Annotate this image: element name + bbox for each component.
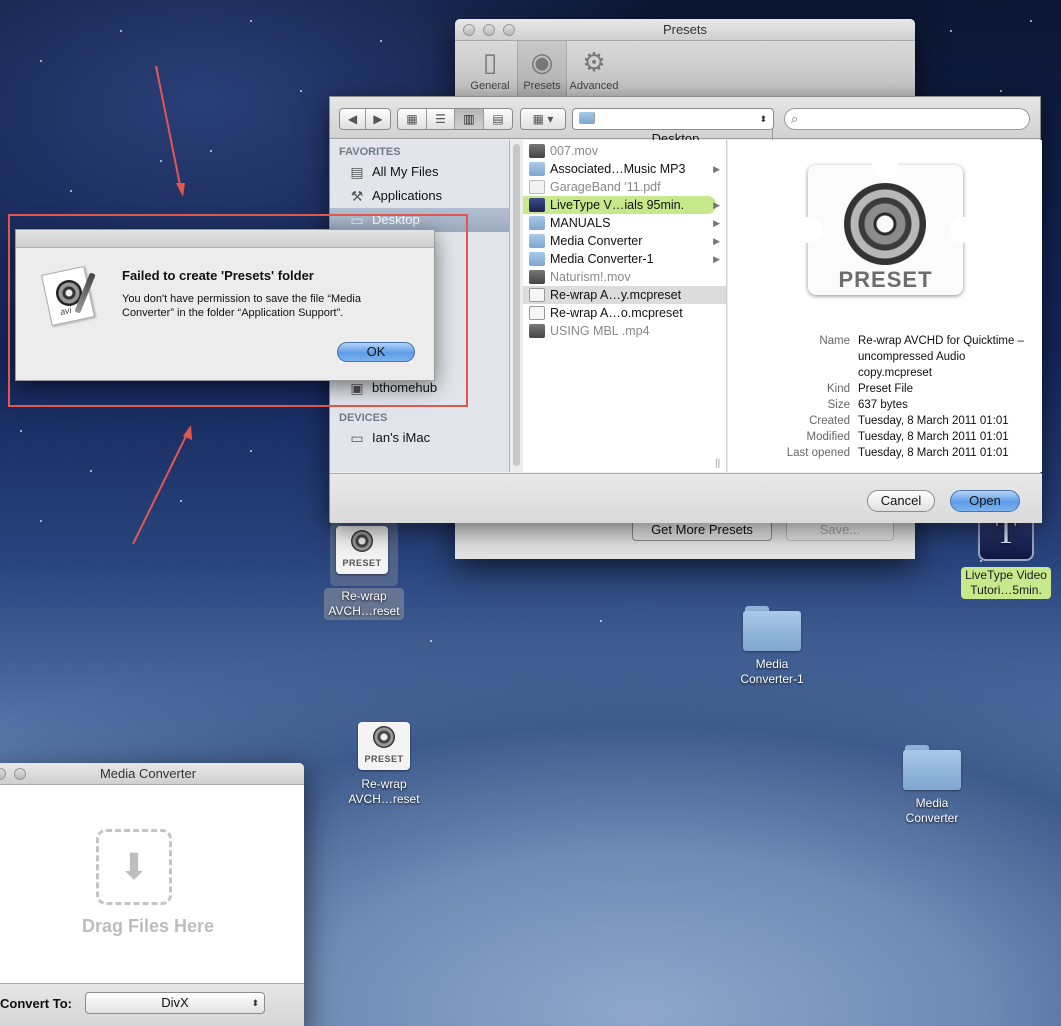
convert-to-label: Convert To:	[0, 996, 72, 1011]
folder-icon	[741, 604, 803, 652]
sidebar-item-applications[interactable]: ⚒ Applications	[330, 184, 509, 208]
pdf-file-icon	[529, 180, 545, 194]
arrange-menu[interactable]: ▦ ▾	[520, 108, 566, 130]
arrow-bottom-line	[132, 431, 189, 545]
open-button[interactable]: Open	[950, 490, 1020, 512]
file-info: Name Re-wrap AVCHD for Quicktime – uncomp…	[728, 333, 1042, 461]
zoom-window-button[interactable]	[14, 768, 26, 780]
applications-icon: ⚒	[350, 188, 364, 204]
list-item[interactable]: Associated…Music MP3 ▶	[523, 160, 726, 178]
imac-icon: ▭	[350, 430, 364, 446]
back-arrow-icon[interactable]: ◀	[340, 109, 366, 129]
disclosure-arrow-icon: ▶	[713, 236, 720, 246]
folder-icon	[529, 216, 545, 230]
folder-icon	[529, 162, 545, 176]
drop-zone[interactable]: ⬇	[96, 829, 172, 905]
list-item[interactable]: MANUALS ▶	[523, 214, 726, 232]
disclosure-arrow-icon: ▶	[713, 164, 720, 174]
preset-file-icon	[529, 288, 545, 302]
sidebar-item-all-my-files[interactable]: ▤ All My Files	[330, 160, 509, 184]
arrow-top-head	[176, 183, 185, 197]
folder-icon	[529, 252, 545, 266]
file-name-value: Re-wrap AVCHD for Quicktime – uncompress…	[858, 335, 1024, 379]
favorites-header: FAVORITES	[339, 146, 401, 158]
view-mode-control[interactable]: ▦ ☰ ▥ ▤	[397, 108, 513, 130]
list-item[interactable]: Media Converter ▶	[523, 232, 726, 250]
sheet-footer: Cancel Open	[330, 473, 1042, 523]
desktop-icon-media-converter[interactable]: Media Converter	[882, 743, 982, 827]
presets-titlebar: Presets	[455, 19, 915, 41]
close-window-button[interactable]	[463, 24, 475, 36]
desktop-icon-media-converter-1[interactable]: Media Converter-1	[722, 604, 822, 688]
devices-header: DEVICES	[339, 412, 388, 424]
icon-view-icon[interactable]: ▦	[398, 109, 427, 129]
all-files-icon: ▤	[350, 164, 364, 180]
preset-preview-icon: PRESET	[796, 153, 975, 295]
switch-icon: ▯	[482, 47, 498, 77]
desktop-icon-preset[interactable]: PRESET Re-wrap AVCH…reset	[314, 522, 414, 620]
list-item[interactable]: GarageBand '11.pdf	[523, 178, 726, 196]
location-popup[interactable]: Desktop ⬍	[572, 108, 774, 149]
sheet-toolbar: ◀ ▶ ▦ ☰ ▥ ▤ ▦ ▾ Desktop ⬍ ⌕	[330, 97, 1040, 149]
convert-to-select[interactable]: DivX ⬍	[85, 992, 265, 1014]
file-column: 007.mov Associated…Music MP3 ▶ GarageBand…	[523, 140, 727, 472]
list-item[interactable]: 007.mov	[523, 142, 726, 160]
mc-footer: Convert To: DivX ⬍	[0, 983, 304, 1026]
updown-icon: ⬍	[759, 114, 767, 124]
annotation-highlight-box	[8, 214, 468, 407]
column-resize-handle[interactable]: ||	[715, 458, 720, 469]
movie-file-icon	[529, 270, 545, 284]
window-title: Media Converter	[99, 766, 197, 781]
minimize-window-button[interactable]	[0, 768, 6, 780]
livetype-file-icon	[529, 198, 545, 212]
drop-zone-label: Drag Files Here	[81, 916, 215, 936]
back-forward-control[interactable]: ◀ ▶	[339, 108, 391, 130]
folder-icon	[529, 234, 545, 248]
column-view-icon[interactable]: ▥	[455, 109, 484, 129]
list-item[interactable]: LiveType V…ials 95min. ▶	[523, 196, 720, 214]
disclosure-arrow-icon: ▶	[713, 254, 720, 264]
mc-titlebar: Media Converter	[0, 763, 304, 785]
movie-file-icon	[529, 324, 545, 338]
download-arrow-icon: ⬇	[118, 846, 150, 887]
movie-file-icon	[529, 144, 545, 158]
sidebar-scrollbar[interactable]	[512, 142, 520, 472]
minimize-window-button[interactable]	[483, 24, 495, 36]
gear-icon: ⚙	[582, 47, 606, 77]
cancel-button[interactable]: Cancel	[867, 490, 935, 512]
zoom-window-button[interactable]	[503, 24, 515, 36]
sidebar-item-imac[interactable]: ▭ Ian's iMac	[330, 426, 509, 450]
preview-column: PRESET Name Re-wrap AVCHD for Quicktime –…	[728, 140, 1042, 472]
preset-file-icon: PRESET	[330, 522, 398, 586]
list-item[interactable]: Re-wrap A…y.mcpreset	[523, 286, 726, 304]
updown-icon: ⬍	[251, 998, 259, 1008]
list-item[interactable]: USING MBL .mp4	[523, 322, 726, 340]
disclosure-arrow-icon: ▶	[713, 218, 720, 228]
search-icon: ⌕	[791, 111, 799, 126]
preset-file-icon	[529, 306, 545, 320]
list-item[interactable]: Naturism!.mov	[523, 268, 726, 286]
arrange-icon: ▦ ▾	[532, 112, 554, 126]
list-item[interactable]: Re-wrap A…o.mcpreset	[523, 304, 726, 322]
list-item[interactable]: Media Converter-1 ▶	[523, 250, 726, 268]
search-input[interactable]: ⌕	[784, 108, 1030, 130]
disclosure-arrow-icon: ▶	[713, 200, 720, 210]
media-converter-window: Media Converter ⬇ Drag Files Here Conver…	[0, 763, 304, 1026]
arrow-top-line	[155, 65, 182, 191]
window-title: Presets	[662, 22, 708, 37]
folder-icon	[901, 743, 963, 791]
forward-arrow-icon[interactable]: ▶	[366, 109, 390, 129]
desktop-icon-preset-2[interactable]: PRESET Re-wrap AVCH…reset	[334, 718, 434, 808]
list-view-icon[interactable]: ☰	[427, 109, 455, 129]
preset-reel-icon: ◉	[530, 47, 554, 77]
folder-icon	[579, 112, 595, 124]
preset-file-icon: PRESET	[352, 718, 416, 774]
coverflow-view-icon[interactable]: ▤	[484, 109, 512, 129]
